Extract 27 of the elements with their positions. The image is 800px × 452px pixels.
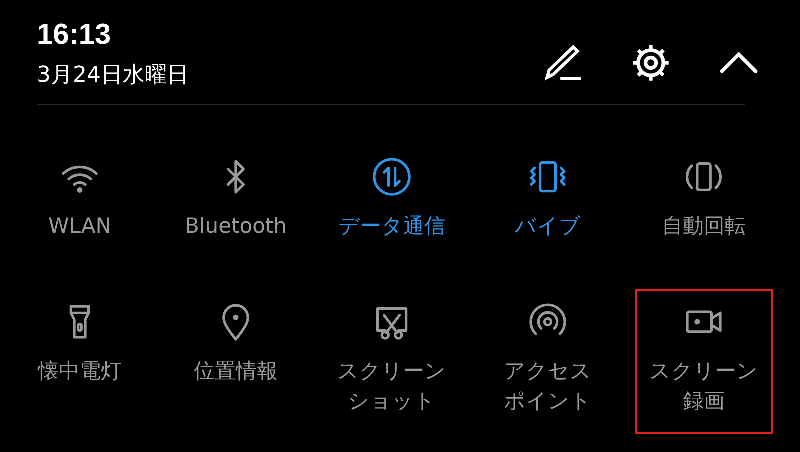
quick-setting-tile[interactable]: スクリーン 録画: [635, 289, 773, 434]
tile-label: 録画: [683, 388, 725, 415]
settings-icon[interactable]: [630, 42, 672, 84]
clock-time: 16:13: [37, 19, 112, 52]
quick-setting-tile[interactable]: スクリーン ショット: [323, 289, 461, 434]
tile-label: ポイント: [504, 388, 592, 415]
tile-label: データ通信: [338, 213, 446, 240]
date-text: 3月24日水曜日: [37, 62, 189, 90]
quick-setting-tile[interactable]: バイブ: [479, 144, 617, 289]
quick-setting-tile[interactable]: アクセス ポイント: [479, 289, 617, 434]
tile-label: ショット: [348, 388, 436, 415]
quick-setting-tile[interactable]: データ通信: [323, 144, 461, 289]
quick-setting-tile[interactable]: 自動回転: [635, 144, 773, 289]
tile-label: 自動回転: [662, 213, 746, 240]
arrows-circle-icon: [370, 155, 414, 199]
tile-label: 懐中電灯: [38, 358, 122, 385]
tile-label: スクリーン: [650, 358, 758, 385]
tile-label: バイブ: [515, 213, 581, 240]
tile-label: スクリーン: [338, 358, 446, 385]
quick-setting-tile[interactable]: WLAN: [11, 144, 149, 289]
tile-label: 位置情報: [194, 358, 278, 385]
tile-label: アクセス: [504, 358, 592, 385]
quick-setting-tile[interactable]: 位置情報: [167, 289, 305, 434]
quick-setting-tile[interactable]: Bluetooth: [167, 144, 305, 289]
tile-label: Bluetooth: [185, 213, 287, 240]
tile-label: WLAN: [48, 213, 112, 240]
quick-setting-tile[interactable]: 懐中電灯: [11, 289, 149, 434]
